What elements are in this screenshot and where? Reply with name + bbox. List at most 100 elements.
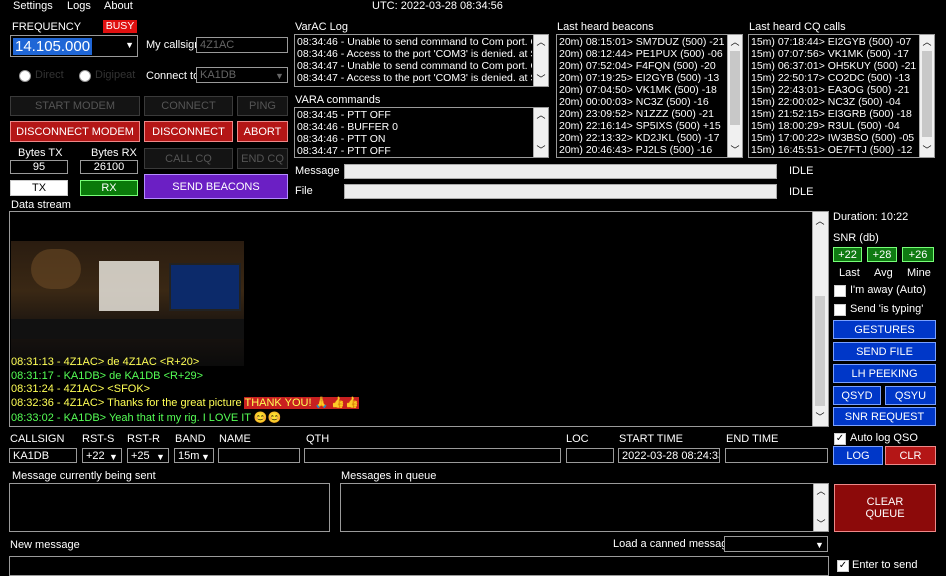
stream-line: 08:31:17 - KA1DB> de KA1DB <R+29> [11, 370, 204, 382]
highlight-text: THANK YOU! 🙏 👍👍 [244, 397, 359, 409]
beacons-title: Last heard beacons [557, 21, 654, 33]
scroll-thumb[interactable] [730, 51, 740, 125]
gestures-button[interactable]: GESTURES [833, 320, 936, 339]
scroll-thumb[interactable] [815, 296, 825, 406]
ping-button[interactable]: PING [237, 96, 288, 116]
scrollbar[interactable]: ︿ ﹀ [812, 212, 828, 426]
scrollbar[interactable]: ︿ ﹀ [533, 108, 548, 157]
message-progress-label: Message [295, 165, 340, 177]
snr-mine: +26 [902, 247, 934, 262]
duration-label: Duration: 10:22 [833, 211, 909, 223]
chevron-down-icon: ▼ [275, 71, 284, 81]
chevron-up-icon: ︿ [815, 216, 825, 226]
radio-digipeat[interactable] [79, 70, 91, 82]
menu-about[interactable]: About [104, 0, 133, 12]
canned-message-select[interactable]: ▼ [724, 536, 828, 552]
snr-last: +22 [833, 247, 862, 262]
cq-calls-list[interactable]: 15m) 07:18:44> EI2GYB (500) -07 15m) 07:0… [748, 34, 935, 158]
chevron-down-icon: ﹀ [922, 145, 932, 155]
list-item: 08:34:46 - BUFFER 0 [297, 121, 398, 133]
typing-checkbox[interactable] [834, 304, 846, 316]
varac-log-list[interactable]: 08:34:46 - Unable to send command to Com… [294, 34, 549, 87]
list-item: 20m) 07:19:25> EI2GYB (500) -13 [559, 72, 720, 84]
radio-direct[interactable] [19, 70, 31, 82]
bytes-rx-value: 26100 [80, 160, 138, 174]
menu-settings[interactable]: Settings [13, 0, 53, 12]
scroll-thumb[interactable] [922, 51, 932, 137]
band-select[interactable]: 15m ▼ [174, 448, 214, 463]
clr-button[interactable]: CLR [885, 446, 936, 465]
disconnect-modem-button[interactable]: DISCONNECT MODEM [10, 121, 140, 142]
abort-button[interactable]: ABORT [237, 121, 288, 142]
callsign-input[interactable]: 4Z1AC [196, 37, 288, 53]
scrollbar[interactable]: ︿ ﹀ [813, 484, 828, 531]
qso-callsign-input[interactable]: KA1DB [9, 448, 77, 463]
queue-label: Messages in queue [341, 470, 437, 482]
menu-logs[interactable]: Logs [67, 0, 91, 12]
chevron-down-icon: ﹀ [730, 145, 740, 155]
start-modem-button[interactable]: START MODEM [10, 96, 140, 116]
rst-r-select[interactable]: +25 ▼ [127, 448, 169, 463]
loc-input[interactable] [566, 448, 614, 463]
enter-to-send-checkbox[interactable]: ✓ [837, 560, 849, 572]
rx-indicator: RX [80, 180, 138, 196]
qsyu-button[interactable]: QSYU [885, 386, 936, 405]
beacons-list[interactable]: 20m) 08:15:01> SM7DUZ (500) -21 20m) 08:1… [556, 34, 743, 158]
callsign-header: CALLSIGN [10, 433, 65, 445]
send-beacons-button[interactable]: SEND BEACONS [144, 174, 288, 199]
vara-commands-list[interactable]: 08:34:45 - PTT OFF 08:34:46 - BUFFER 0 08:… [294, 107, 549, 158]
log-button[interactable]: LOG [833, 446, 883, 465]
call-cq-button[interactable]: CALL CQ [144, 148, 233, 169]
list-item: 20m) 22:13:32> KD2JKL (500) -17 [559, 132, 720, 144]
vara-commands-title: VARA commands [295, 94, 381, 106]
chevron-up-icon: ︿ [536, 37, 546, 47]
qsyd-button[interactable]: QSYD [833, 386, 881, 405]
name-input[interactable] [218, 448, 300, 463]
end-cq-button[interactable]: END CQ [237, 148, 288, 169]
list-item: 20m) 20:46:43> PJ2LS (500) -16 [559, 144, 713, 156]
chevron-down-icon: ▼ [125, 40, 134, 50]
rst-r-value: +25 [131, 450, 150, 462]
list-item: 08:34:45 - PTT OFF [297, 109, 391, 121]
new-message-input[interactable] [9, 556, 829, 576]
current-message-box [9, 483, 330, 532]
chevron-down-icon: ﹀ [536, 145, 546, 155]
scrollbar[interactable]: ︿ ﹀ [919, 35, 934, 157]
list-item: 15m) 22:50:17> CO2DC (500) -13 [751, 72, 911, 84]
list-item: 15m) 22:00:02> NC3Z (500) -04 [751, 96, 901, 108]
rst-s-header: RST-S [82, 433, 115, 445]
qth-input[interactable] [304, 448, 561, 463]
list-item: 20m) 08:12:44> PE1PUX (500) -06 [559, 48, 723, 60]
stream-line: 08:31:24 - 4Z1AC> <SFOK> [11, 383, 151, 395]
disconnect-button[interactable]: DISCONNECT [144, 121, 233, 142]
send-file-button[interactable]: SEND FILE [833, 342, 936, 361]
queue-box[interactable]: ︿ ﹀ [340, 483, 829, 532]
scrollbar[interactable]: ︿ ﹀ [727, 35, 742, 157]
snr-request-button[interactable]: SNR REQUEST [833, 407, 936, 426]
current-message-label: Message currently being sent [12, 470, 156, 482]
busy-badge: BUSY [103, 20, 137, 33]
list-item: 08:34:46 - Access to the port 'COM3' is … [297, 48, 532, 60]
lh-peeking-button[interactable]: LH PEEKING [833, 364, 936, 383]
band-value: 15m [178, 450, 200, 462]
canned-message-label: Load a canned message [613, 538, 734, 550]
scrollbar[interactable]: ︿ ﹀ [533, 35, 548, 86]
auto-log-checkbox[interactable]: ✓ [834, 433, 846, 445]
stream-line: 08:32:36 - 4Z1AC> Thanks for the great p… [11, 397, 359, 409]
start-time-input[interactable]: 2022-03-28 08:24:33 [618, 448, 720, 463]
frequency-select[interactable]: 14.105.000 ▼ [10, 35, 138, 57]
data-stream-title: Data stream [11, 199, 71, 211]
clear-queue-button[interactable]: CLEAR QUEUE [834, 484, 936, 532]
rst-s-select[interactable]: +22 ▼ [82, 448, 122, 463]
connect-to-select[interactable]: KA1DB ▼ [196, 67, 288, 83]
list-item: 15m) 07:18:44> EI2GYB (500) -07 [751, 36, 912, 48]
away-checkbox[interactable] [834, 285, 846, 297]
end-time-input[interactable] [725, 448, 828, 463]
list-item: 20m) 07:04:50> VK1MK (500) -18 [559, 84, 717, 96]
snr-last-label: Last [839, 267, 860, 279]
list-item: 20m) 22:16:14> SP5IXS (500) +15 [559, 120, 721, 132]
list-item: 15m) 06:37:01> OH5KUY (500) -21 [751, 60, 917, 72]
frequency-value: 14.105.000 [13, 38, 93, 55]
connect-button[interactable]: CONNECT [144, 96, 233, 116]
snr-mine-label: Mine [907, 267, 931, 279]
